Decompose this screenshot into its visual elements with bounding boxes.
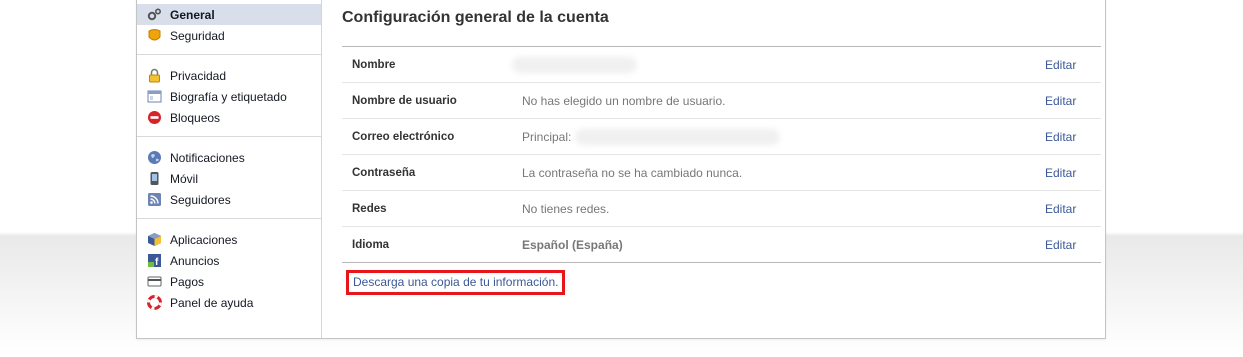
sidebar-item-ads[interactable]: f Anuncios: [137, 250, 321, 271]
row-value: No has elegido un nombre de usuario.: [522, 93, 726, 108]
row-label: Correo electrónico: [352, 130, 455, 143]
settings-table: Nombre Editar Nombre de usuario No has e…: [342, 46, 1101, 263]
sidebar-item-general[interactable]: General: [137, 4, 321, 25]
sidebar-item-label: Notificaciones: [170, 150, 245, 165]
sidebar-item-support-dashboard[interactable]: Panel de ayuda: [137, 292, 321, 313]
settings-row-language: Idioma Español (España) Editar: [342, 226, 1101, 262]
nav-group-privacy: Privacidad Biografía y etiquetado Bloque…: [137, 61, 321, 132]
redacted-value: [512, 56, 637, 73]
nav-group-account: General Seguridad: [137, 0, 321, 50]
apps-cube-icon: [147, 232, 162, 247]
globe-icon: [147, 150, 162, 165]
settings-row-password: Contraseña La contraseña no se ha cambia…: [342, 154, 1101, 190]
mobile-icon: [147, 171, 162, 186]
sidebar-item-label: Bloqueos: [170, 110, 221, 125]
edit-email-link[interactable]: Editar: [1045, 130, 1101, 144]
sidebar-item-mobile[interactable]: Móvil: [137, 168, 321, 189]
sidebar-item-label: Seguridad: [170, 28, 225, 43]
settings-sidebar: General Seguridad Privacidad Biografía y…: [137, 0, 322, 338]
row-label: Contraseña: [352, 166, 416, 179]
sidebar-item-label: Anuncios: [170, 253, 220, 268]
sidebar-item-label: Móvil: [170, 171, 199, 186]
edit-networks-link[interactable]: Editar: [1045, 202, 1101, 216]
ads-icon: f: [147, 253, 162, 268]
row-label: Nombre: [352, 58, 396, 71]
settings-row-email: Correo electrónico Principal: Editar: [342, 118, 1101, 154]
settings-row-name: Nombre Editar: [342, 47, 1101, 82]
edit-name-link[interactable]: Editar: [1045, 58, 1101, 72]
sidebar-item-apps[interactable]: Aplicaciones: [137, 229, 321, 250]
settings-row-username: Nombre de usuario No has elegido un nomb…: [342, 82, 1101, 118]
security-badge-icon: [147, 28, 162, 43]
sidebar-divider: [137, 54, 321, 55]
settings-panel: General Seguridad Privacidad Biografía y…: [136, 0, 1106, 339]
sidebar-item-privacy[interactable]: Privacidad: [137, 65, 321, 86]
sidebar-item-label: Panel de ayuda: [170, 295, 254, 310]
credit-card-icon: [147, 274, 162, 289]
sidebar-item-label: General: [170, 7, 215, 22]
row-value: No tienes redes.: [522, 201, 610, 216]
download-highlight-box: Descarga una copia de tu información.: [346, 270, 566, 295]
row-value: Principal:: [522, 128, 1045, 145]
row-label: Redes: [352, 202, 387, 215]
lifebuoy-icon: [147, 295, 162, 310]
edit-username-link[interactable]: Editar: [1045, 94, 1101, 108]
gears-icon: [147, 7, 162, 22]
sidebar-divider: [137, 136, 321, 137]
edit-language-link[interactable]: Editar: [1045, 238, 1101, 252]
email-primary-label: Principal:: [522, 129, 572, 144]
page-title: Configuración general de la cuenta: [342, 9, 609, 26]
block-icon: [147, 110, 162, 125]
nav-group-apps: Aplicaciones f Anuncios Pagos Panel de a…: [137, 225, 321, 317]
sidebar-item-label: Biografía y etiquetado: [170, 89, 287, 104]
row-value: [512, 56, 1045, 73]
padlock-icon: [147, 68, 162, 83]
settings-row-networks: Redes No tienes redes. Editar: [342, 190, 1101, 226]
sidebar-item-label: Pagos: [170, 274, 205, 289]
sidebar-item-label: Aplicaciones: [170, 232, 238, 247]
sidebar-item-payments[interactable]: Pagos: [137, 271, 321, 292]
sidebar-item-security[interactable]: Seguridad: [137, 25, 321, 46]
sidebar-item-followers[interactable]: Seguidores: [137, 189, 321, 210]
sidebar-item-timeline[interactable]: Biografía y etiquetado: [137, 86, 321, 107]
row-value: Español (España): [522, 237, 623, 252]
row-value: La contraseña no se ha cambiado nunca.: [522, 165, 743, 180]
edit-password-link[interactable]: Editar: [1045, 166, 1101, 180]
row-label: Nombre de usuario: [352, 94, 457, 107]
sidebar-item-notifications[interactable]: Notificaciones: [137, 147, 321, 168]
timeline-icon: [147, 89, 162, 104]
nav-group-notifications: Notificaciones Móvil Seguidores: [137, 143, 321, 214]
sidebar-divider: [137, 218, 321, 219]
rss-icon: [147, 192, 162, 207]
row-label: Idioma: [352, 238, 390, 251]
sidebar-item-label: Seguidores: [170, 192, 231, 207]
settings-content: Configuración general de la cuenta Nombr…: [322, 0, 1105, 338]
download-info-link[interactable]: Descarga una copia de tu información.: [353, 275, 558, 289]
sidebar-item-blocking[interactable]: Bloqueos: [137, 107, 321, 128]
sidebar-item-label: Privacidad: [170, 68, 227, 83]
redacted-value: [575, 128, 781, 145]
